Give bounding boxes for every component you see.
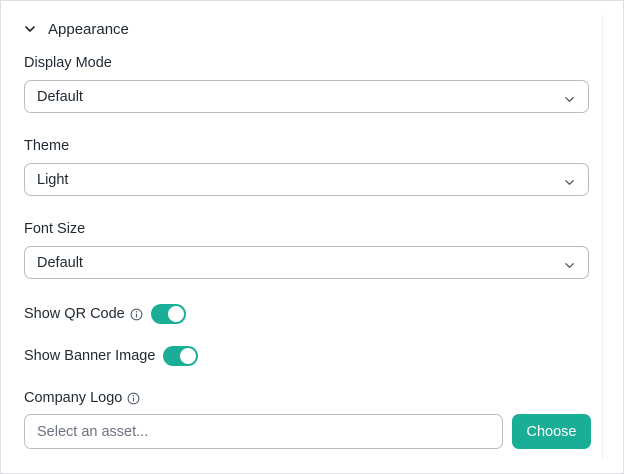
chevron-down-icon[interactable] [24,23,36,35]
show-banner-image-label: Show Banner Image [24,348,156,364]
info-icon[interactable] [130,308,143,321]
company-logo-label: Company Logo [24,390,123,406]
info-icon[interactable] [127,392,140,405]
section-title: Appearance [48,20,129,38]
appearance-section-header[interactable]: Appearance [24,18,129,40]
chevron-down-icon [564,175,575,193]
show-banner-image-toggle[interactable] [163,346,199,366]
company-logo-row: Company Logo [24,390,140,406]
settings-panel: Appearance Display Mode Default Theme Li… [0,0,624,474]
panel-divider [602,15,603,459]
font-size-select[interactable]: Default [24,246,589,279]
asset-input[interactable] [24,414,503,449]
choose-button[interactable]: Choose [512,414,591,449]
show-qr-code-label: Show QR Code [24,306,125,322]
font-size-value: Default [37,255,83,271]
show-qr-code-toggle[interactable] [150,304,186,324]
show-qr-code-row: Show QR Code [24,304,186,324]
font-size-label: Font Size [24,221,86,237]
theme-value: Light [37,172,69,188]
show-banner-image-row: Show Banner Image [24,346,199,366]
theme-select[interactable]: Light [24,163,589,196]
display-mode-value: Default [37,89,83,105]
display-mode-select[interactable]: Default [24,80,589,113]
toggle-knob [167,306,184,322]
display-mode-label: Display Mode [24,55,112,71]
toggle-knob [180,348,197,364]
theme-label: Theme [24,138,70,154]
chevron-down-icon [564,92,575,110]
chevron-down-icon [564,258,575,276]
